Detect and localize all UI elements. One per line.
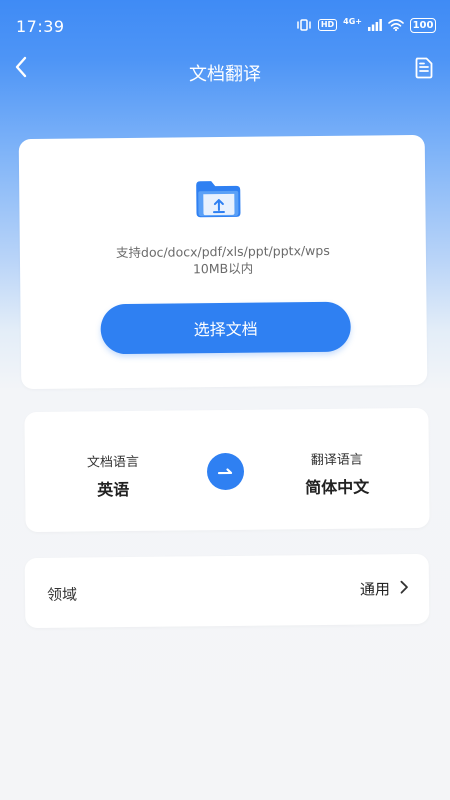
domain-label: 领域: [46, 585, 78, 604]
domain-selector[interactable]: 通用: [360, 578, 409, 600]
domain-row[interactable]: 领域 通用: [24, 553, 430, 629]
select-document-button[interactable]: 选择文档: [100, 301, 351, 355]
status-bar: 17:39 HD 4G+ 100: [0, 0, 450, 40]
source-language-value: 英语: [97, 480, 130, 500]
chevron-right-icon: [400, 579, 409, 598]
folder-upload-icon[interactable]: [194, 179, 242, 220]
page-title: 文档翻译: [189, 64, 261, 85]
target-language-selector[interactable]: 翻译语言 简体中文: [277, 448, 398, 498]
supported-formats: 支持doc/docx/pdf/xls/ppt/pptx/wps 10MB以内: [20, 241, 426, 279]
target-language-value: 简体中文: [305, 477, 370, 498]
cellular-signal-icon: [368, 16, 382, 35]
hd-badge: HD: [317, 19, 338, 31]
swap-language-button[interactable]: [206, 452, 245, 491]
target-language-caption: 翻译语言: [310, 452, 363, 469]
upload-card: 支持doc/docx/pdf/xls/ppt/pptx/wps 10MB以内 选…: [18, 134, 428, 390]
source-language-caption: 文档语言: [86, 454, 139, 471]
vibrate-icon: [296, 16, 312, 35]
nav-bar: 文档翻译: [0, 48, 450, 92]
domain-value: 通用: [359, 580, 391, 599]
battery-indicator: 100: [410, 17, 436, 33]
document-icon: [415, 57, 433, 83]
status-icons: HD 4G+ 100: [296, 16, 436, 34]
source-language-selector[interactable]: 文档语言 英语: [53, 451, 174, 501]
status-time: 17:39: [16, 17, 65, 36]
arrow-right-icon: [216, 462, 234, 481]
history-button[interactable]: [412, 56, 436, 84]
network-type-label: 4G+: [343, 16, 362, 26]
file-size-limit: 10MB以内: [192, 260, 254, 277]
language-card: 文档语言 英语 翻译语言 简体中文: [24, 407, 430, 533]
wifi-icon: [388, 16, 404, 35]
